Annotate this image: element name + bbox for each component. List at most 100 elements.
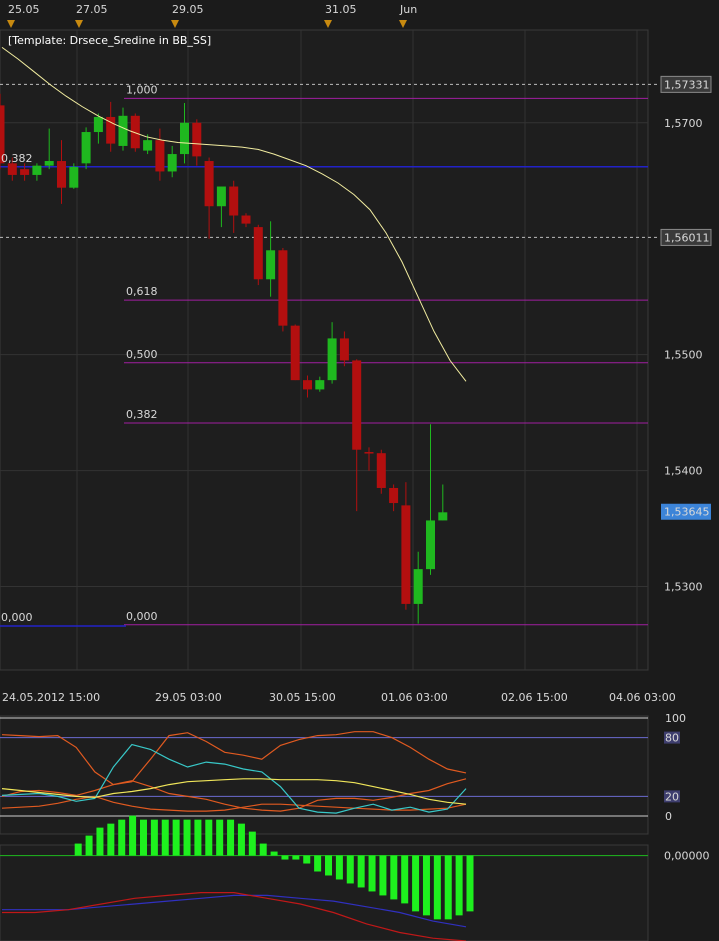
histogram-bar xyxy=(205,819,213,856)
histogram-bar xyxy=(107,823,115,856)
candle-body xyxy=(426,520,435,570)
candle-body xyxy=(81,132,91,164)
histogram-bar xyxy=(248,831,256,856)
histogram-bar xyxy=(314,855,322,872)
price-axis-tick: 1,5300 xyxy=(664,581,703,594)
dashed-level-tag-label: 1,56011 xyxy=(664,231,710,244)
stochastic-axis-tick: 80 xyxy=(665,732,679,745)
candle-body xyxy=(57,161,66,188)
histogram-bar xyxy=(401,855,409,904)
time-axis-tick: 01.06 03:00 xyxy=(381,691,448,704)
histogram-bar xyxy=(227,819,235,856)
stochastic-axis-tick: 20 xyxy=(665,790,679,803)
candle-body xyxy=(253,227,263,280)
event-marker-label: 31.05 xyxy=(325,3,357,16)
template-label: [Template: Drsece_Sredine in BB_SS] xyxy=(8,34,211,47)
candle xyxy=(290,324,300,381)
candle-body xyxy=(389,487,399,504)
candle-body xyxy=(69,166,79,188)
dashed-level-tag-label: 1,57331 xyxy=(664,78,710,91)
candle-body xyxy=(278,250,288,326)
candle-body xyxy=(327,338,337,381)
candle xyxy=(376,449,386,494)
histogram-bar xyxy=(194,819,202,856)
candle xyxy=(69,163,79,189)
histogram-bar xyxy=(281,855,289,860)
candle-body xyxy=(44,161,54,166)
candle xyxy=(81,127,91,170)
oscillator-axis-tick: 0,00000 xyxy=(664,850,710,863)
histogram-bar xyxy=(292,855,300,860)
candle-body xyxy=(401,505,411,604)
histogram-bar xyxy=(412,855,420,912)
fib-level-label: 0,618 xyxy=(126,285,158,298)
histogram-bar xyxy=(346,855,354,884)
candle-body xyxy=(438,512,448,521)
stochastic-axis-tick: 100 xyxy=(665,712,686,725)
blue-level-label: 0,000 xyxy=(1,611,33,624)
candle-body xyxy=(229,186,239,216)
candle-body xyxy=(290,325,300,381)
histogram-bar xyxy=(259,843,267,856)
candle-body xyxy=(143,140,153,151)
candle-body xyxy=(204,161,214,207)
candle-body xyxy=(155,140,165,172)
fib-level-label: 1,000 xyxy=(126,83,158,96)
candle-body xyxy=(241,215,251,224)
price-axis-tick: 1,5500 xyxy=(664,349,703,362)
candle-body xyxy=(352,360,362,450)
candle-body xyxy=(339,338,349,361)
histogram-bar xyxy=(325,855,333,876)
price-axis-tick: 1,5400 xyxy=(664,465,703,478)
oscillator-axis-labels: 0,00000 xyxy=(664,850,710,863)
fib-level-label: 0,382 xyxy=(126,408,158,421)
histogram-bar xyxy=(139,819,147,856)
oscillator-panel[interactable] xyxy=(0,844,649,941)
histogram-bar xyxy=(237,823,245,856)
time-axis-tick: 24.05.2012 15:00 xyxy=(2,691,100,704)
histogram-bar xyxy=(390,855,398,900)
time-axis-tick: 29.05 03:00 xyxy=(155,691,222,704)
histogram-bar xyxy=(422,855,430,916)
candle-body xyxy=(180,122,189,155)
histogram-bar xyxy=(150,819,158,856)
price-axis-tick: 1,5700 xyxy=(664,117,703,130)
candle-body xyxy=(118,115,128,146)
histogram-bar xyxy=(335,855,343,880)
histogram-bar xyxy=(379,855,387,896)
histogram-bar xyxy=(129,815,137,856)
histogram-bar xyxy=(466,855,474,912)
histogram-bar xyxy=(357,855,365,888)
time-axis-tick: 04.06 03:00 xyxy=(609,691,676,704)
candle-body xyxy=(20,169,30,175)
histogram-bar xyxy=(303,855,311,864)
fib-level-label: 0,500 xyxy=(126,348,158,361)
histogram-bar xyxy=(183,819,191,856)
candle-body xyxy=(266,250,276,280)
time-axis-tick: 30.05 15:00 xyxy=(269,691,336,704)
trading-chart[interactable]: 1,000 0,618 0,500 0,382 0,000 0,382 0,000 1,57… xyxy=(0,0,719,941)
candle-body xyxy=(376,453,386,488)
histogram-bar xyxy=(444,855,452,920)
candle-body xyxy=(315,380,325,390)
histogram-bar xyxy=(172,819,180,856)
candle-body xyxy=(303,380,312,390)
histogram-bar xyxy=(216,819,224,856)
candle xyxy=(253,224,263,286)
candle-body xyxy=(167,154,177,172)
histogram-bar xyxy=(74,843,82,856)
histogram-bar xyxy=(118,819,126,856)
candle-body xyxy=(192,122,202,157)
candle-body xyxy=(93,116,103,133)
candle-body xyxy=(413,569,423,604)
event-marker-label: Jun xyxy=(399,3,417,16)
candle xyxy=(278,247,288,332)
candle-body xyxy=(364,452,374,454)
histogram-bar xyxy=(270,851,278,856)
last-price-label: 1,53645 xyxy=(664,506,710,519)
fib-level-label: 0,000 xyxy=(126,610,158,623)
histogram-bar xyxy=(161,819,169,856)
candle-body xyxy=(32,165,42,175)
candle-body xyxy=(216,186,226,207)
histogram-bar xyxy=(455,855,463,916)
